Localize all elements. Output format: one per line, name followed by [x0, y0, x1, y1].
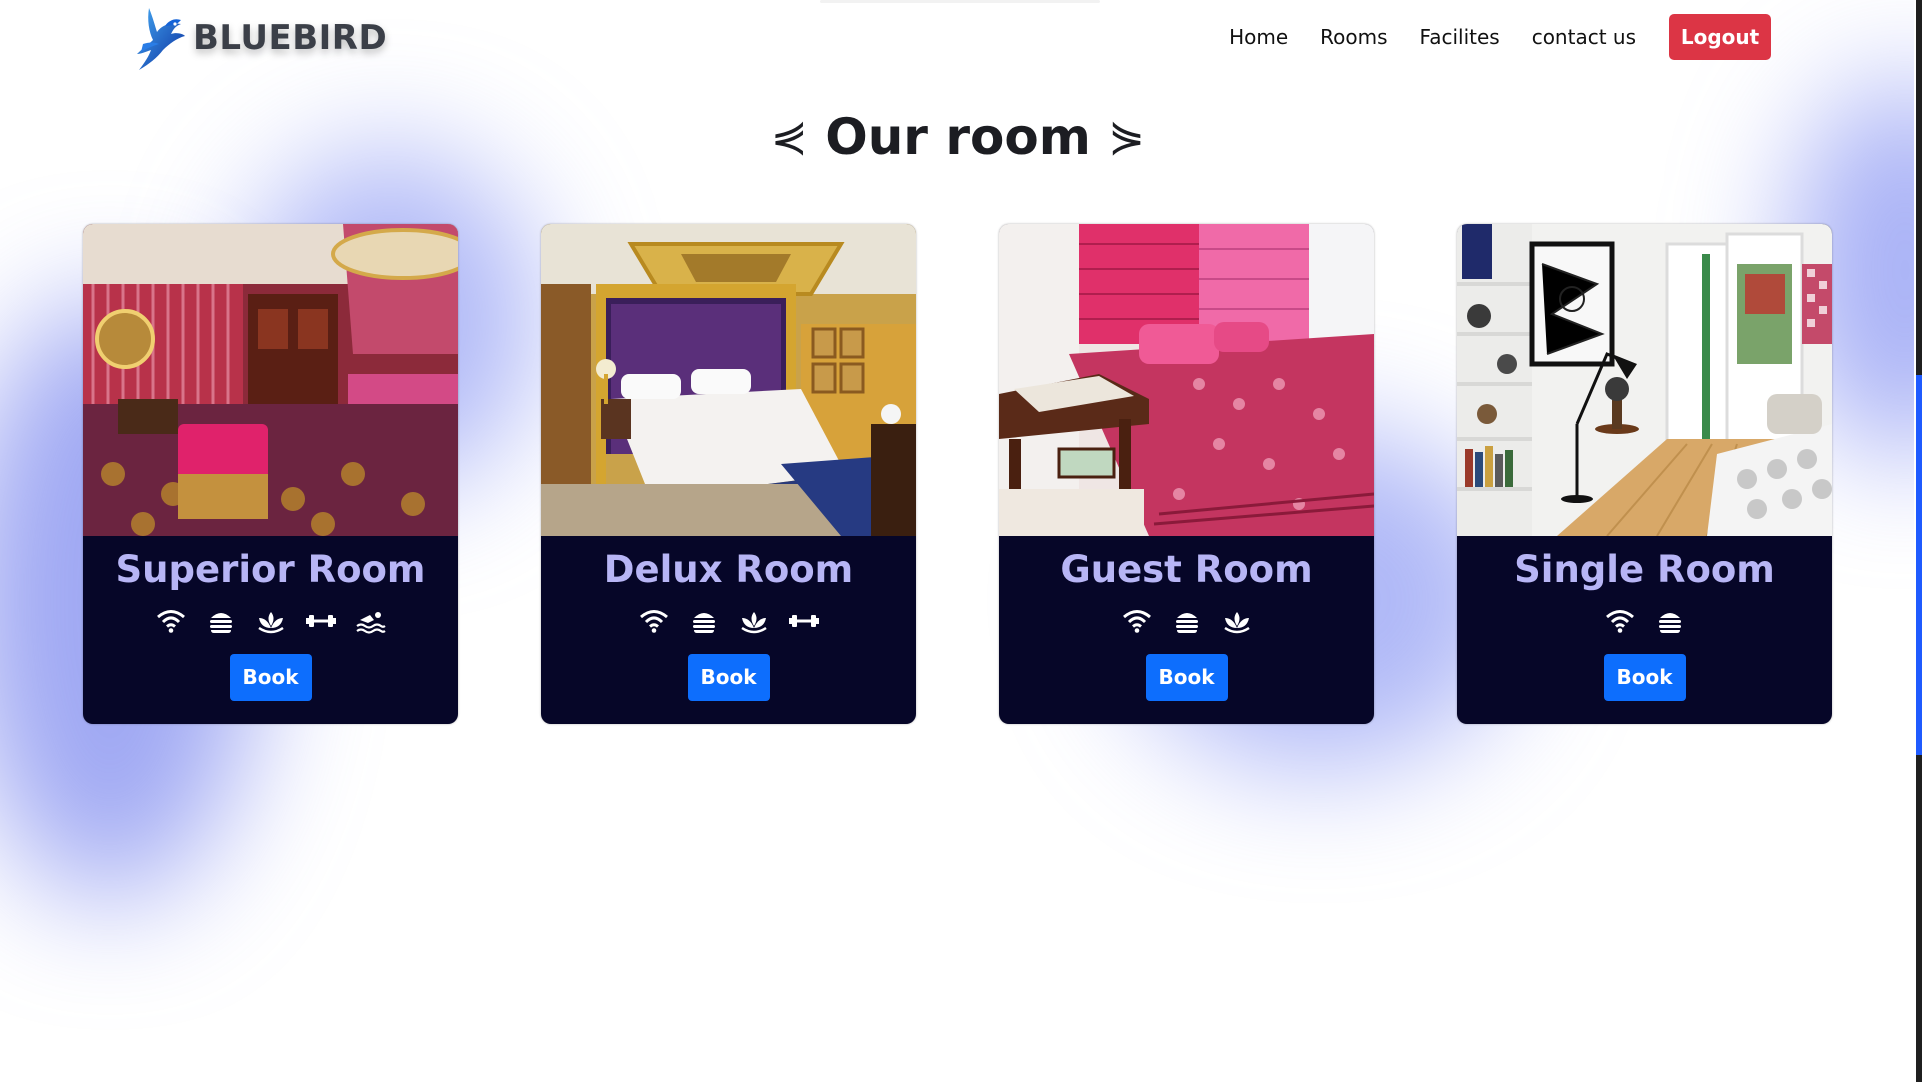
room-photo-guest	[999, 224, 1374, 536]
spa-icon	[737, 606, 771, 636]
page: BLUEBIRD Home Rooms Facilites contact us…	[0, 0, 1922, 1082]
scrollbar-thumb[interactable]	[1916, 375, 1922, 755]
brand-name: BLUEBIRD	[193, 18, 388, 58]
nav-contact-us[interactable]: contact us	[1532, 25, 1636, 49]
burger-icon	[1653, 606, 1687, 636]
section-title-text: Our room	[825, 108, 1091, 166]
amenity-list	[1457, 606, 1832, 636]
amenity-list	[83, 606, 458, 636]
amenity-list	[999, 606, 1374, 636]
bluebird-logo-icon	[137, 8, 185, 70]
burger-icon	[204, 606, 238, 636]
spa-icon	[254, 606, 288, 636]
book-button[interactable]: Book	[1603, 654, 1686, 701]
room-photo-single	[1457, 224, 1832, 536]
room-name: Single Room	[1514, 548, 1775, 591]
room-cards: Superior Room Book Delux Room Book Guest…	[83, 224, 1833, 724]
burger-icon	[687, 606, 721, 636]
brand-logo[interactable]: BLUEBIRD	[135, 4, 387, 72]
room-card: Single Room Book	[1457, 224, 1832, 724]
room-photo-delux	[541, 224, 916, 536]
wifi-icon	[637, 606, 671, 636]
nav-facilities[interactable]: Facilites	[1420, 25, 1500, 49]
wifi-icon	[1603, 606, 1637, 636]
room-photo-superior	[83, 224, 458, 536]
room-name: Guest Room	[1060, 548, 1313, 591]
main-nav: Home Rooms Facilites contact us Logout	[1197, 14, 1771, 60]
title-deco-right: ⋟	[1108, 111, 1146, 162]
site-header: BLUEBIRD Home Rooms Facilites contact us…	[0, 0, 1916, 76]
amenity-list	[541, 606, 916, 636]
book-button[interactable]: Book	[229, 654, 312, 701]
section-title: ⋞ Our room ⋟	[0, 108, 1916, 166]
logout-button[interactable]: Logout	[1669, 14, 1771, 60]
book-button[interactable]: Book	[1145, 654, 1228, 701]
spa-icon	[1220, 606, 1254, 636]
nav-rooms[interactable]: Rooms	[1320, 25, 1387, 49]
room-card: Guest Room Book	[999, 224, 1374, 724]
wifi-icon	[1120, 606, 1154, 636]
burger-icon	[1170, 606, 1204, 636]
room-card: Superior Room Book	[83, 224, 458, 724]
swimmer-icon	[354, 606, 388, 636]
room-name: Delux Room	[603, 548, 854, 591]
room-name: Superior Room	[115, 548, 426, 591]
dumbbell-icon	[787, 606, 821, 636]
nav-home[interactable]: Home	[1229, 25, 1288, 49]
title-deco-left: ⋞	[770, 111, 808, 162]
book-button[interactable]: Book	[687, 654, 770, 701]
room-card: Delux Room Book	[541, 224, 916, 724]
dumbbell-icon	[304, 606, 338, 636]
header-divider	[820, 0, 1100, 3]
wifi-icon	[154, 606, 188, 636]
